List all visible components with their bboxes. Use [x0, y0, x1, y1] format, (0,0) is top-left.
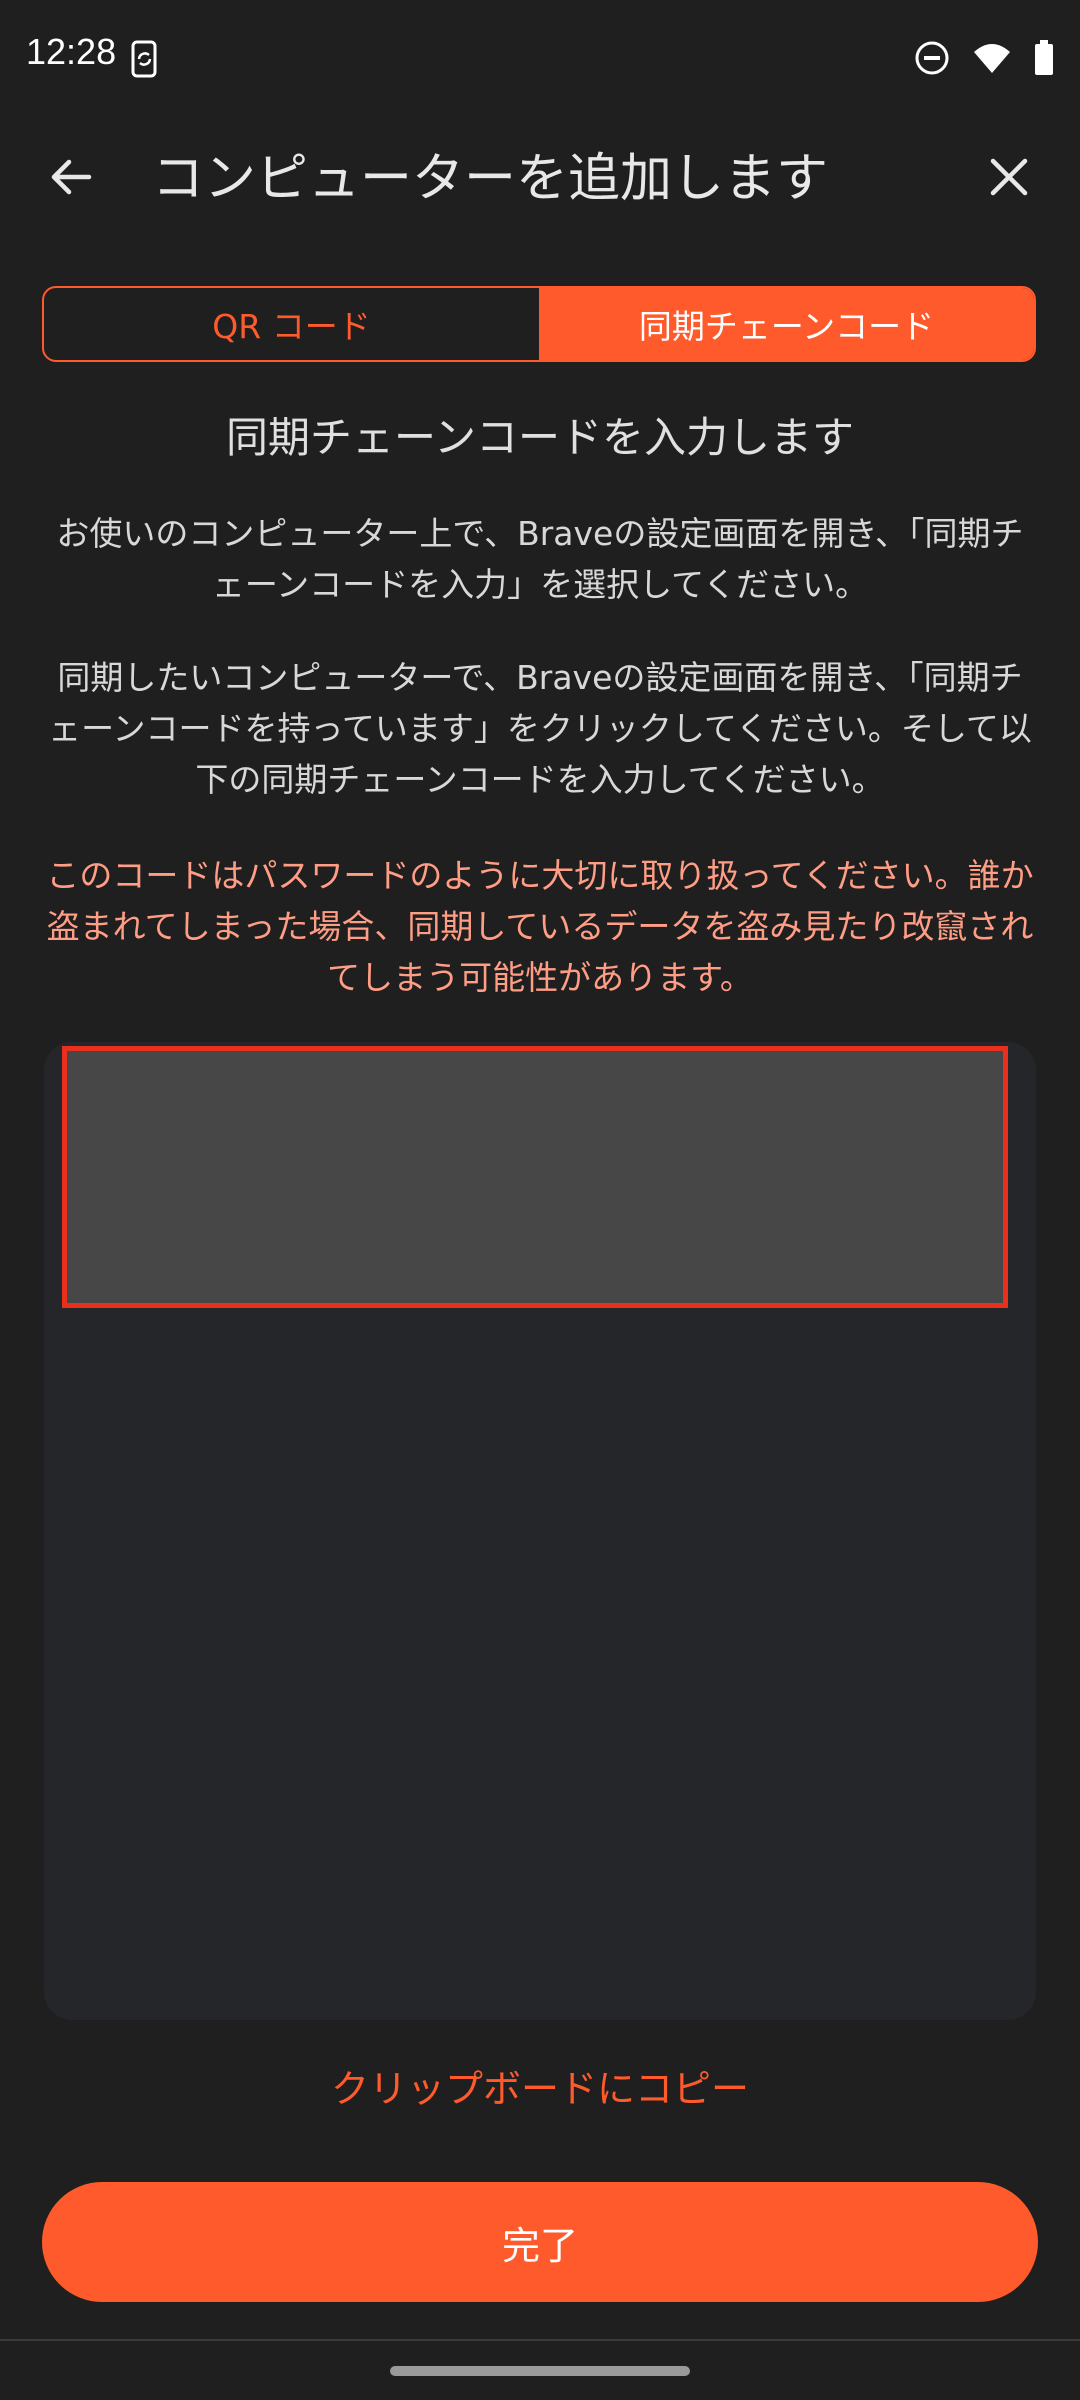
app-bar: コンピューターを追加します [0, 120, 1080, 230]
back-button[interactable] [36, 144, 106, 214]
page-title: コンピューターを追加します [152, 149, 829, 209]
close-icon [987, 155, 1031, 203]
warning-text: このコードはパスワードのように大切に取り扱ってください。誰か盗まれてしまった場合… [46, 856, 1034, 997]
section-title: 同期チェーンコードを入力します [226, 413, 854, 462]
wifi-icon [972, 42, 1012, 78]
gesture-handle[interactable] [390, 2366, 690, 2376]
nav-divider [0, 2339, 1080, 2341]
tab-qr-code[interactable]: QR コード [44, 288, 539, 360]
battery-icon [1034, 40, 1054, 80]
copy-to-clipboard-link[interactable]: クリップボードにコピー [0, 2058, 1080, 2113]
status-time: 12:28 [26, 31, 117, 72]
instruction-paragraph-2: 同期したいコンピューターで、Braveの設定画面を開き、「同期チェーンコードを持… [48, 658, 1032, 799]
tab-group: QR コード 同期チェーンコード [42, 286, 1036, 362]
do-not-disturb-icon [914, 40, 950, 80]
instruction-paragraph-1: お使いのコンピューター上で、Braveの設定画面を開き、「同期チェーンコードを入… [56, 514, 1024, 604]
phone-sync-icon [128, 40, 162, 78]
status-bar: 12:28 [0, 0, 1080, 120]
close-button[interactable] [974, 144, 1044, 214]
tab-sync-code[interactable]: 同期チェーンコード [539, 288, 1034, 360]
sync-code-field[interactable] [62, 1046, 1008, 1308]
done-button[interactable]: 完了 [42, 2182, 1038, 2302]
arrow-back-icon [47, 153, 95, 205]
